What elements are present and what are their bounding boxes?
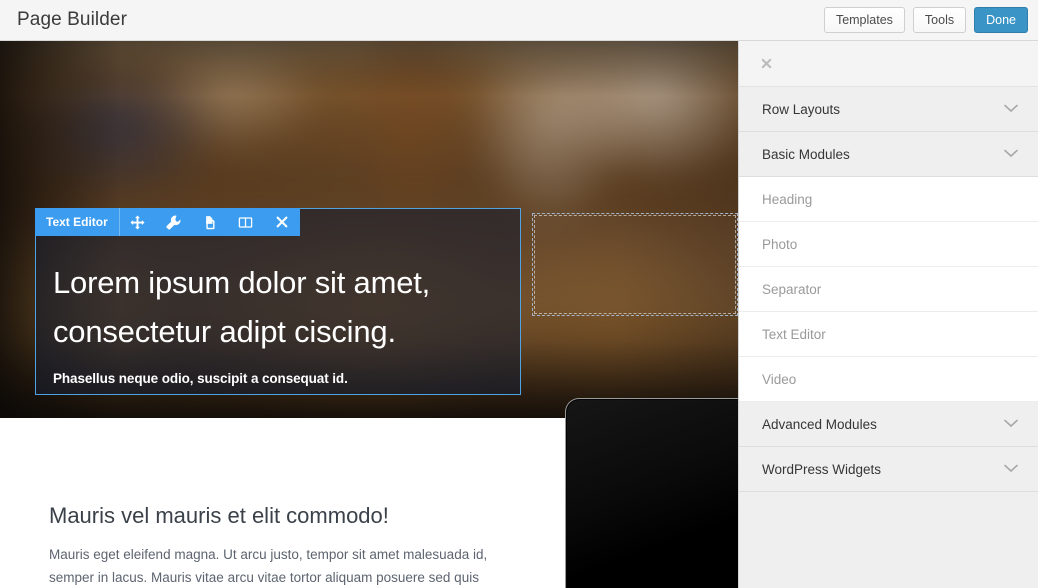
templates-button[interactable]: Templates: [823, 7, 905, 33]
panel-empty-area: [739, 492, 1038, 588]
chevron-down-icon: [1004, 145, 1018, 163]
tools-button[interactable]: Tools: [912, 7, 967, 33]
panel-item-label: Heading: [762, 191, 813, 207]
panel-group-label: Basic Modules: [762, 146, 850, 162]
top-bar: Page Builder Templates Tools Done: [0, 0, 1038, 41]
panel-item-text-editor[interactable]: Text Editor: [739, 312, 1038, 357]
move-icon[interactable]: [120, 208, 156, 236]
panel-item-photo[interactable]: Photo: [739, 222, 1038, 267]
module-toolbar: Text Editor: [35, 208, 300, 236]
panel-item-label: Separator: [762, 281, 822, 297]
panel-item-label: Photo: [762, 236, 798, 252]
device-image: [565, 398, 738, 588]
panel-item-heading[interactable]: Heading: [739, 177, 1038, 222]
panel-group-label: Row Layouts: [762, 101, 841, 117]
topbar-actions: Templates Tools Done: [823, 7, 1028, 33]
close-icon[interactable]: [264, 208, 300, 236]
panel-item-label: Text Editor: [762, 326, 826, 342]
chevron-down-icon: [1004, 460, 1018, 478]
hero-section[interactable]: Text Editor Lorem ipsum dolor sit amet, …: [0, 41, 738, 418]
panel-item-video[interactable]: Video: [739, 357, 1038, 402]
columns-icon[interactable]: [228, 208, 264, 236]
panel-close-icon[interactable]: [757, 55, 775, 73]
modules-panel[interactable]: Row Layouts Basic Modules Heading Photo …: [738, 41, 1038, 588]
panel-item-label: Video: [762, 371, 797, 387]
duplicate-icon[interactable]: [192, 208, 228, 236]
done-button[interactable]: Done: [974, 7, 1028, 33]
chevron-down-icon: [1004, 100, 1018, 118]
text-editor-module[interactable]: Text Editor Lorem ipsum dolor sit amet, …: [35, 208, 521, 395]
panel-group-row-layouts[interactable]: Row Layouts: [739, 87, 1038, 132]
panel-group-label: WordPress Widgets: [762, 461, 882, 477]
module-label: Text Editor: [35, 208, 120, 236]
panel-group-wordpress-widgets[interactable]: WordPress Widgets: [739, 447, 1038, 492]
chevron-down-icon: [1004, 415, 1018, 433]
panel-group-basic-modules[interactable]: Basic Modules: [739, 132, 1038, 177]
page-canvas[interactable]: Text Editor Lorem ipsum dolor sit amet, …: [0, 41, 738, 588]
page-title: Page Builder: [17, 9, 127, 30]
panel-group-advanced-modules[interactable]: Advanced Modules: [739, 402, 1038, 447]
wrench-icon[interactable]: [156, 208, 192, 236]
drop-zone[interactable]: [532, 213, 738, 316]
content-heading: Mauris vel mauris et elit commodo!: [49, 503, 389, 528]
panel-item-separator[interactable]: Separator: [739, 267, 1038, 312]
panel-header: [739, 41, 1038, 87]
content-paragraph: Mauris eget eleifend magna. Ut arcu just…: [49, 547, 488, 586]
panel-group-label: Advanced Modules: [762, 416, 877, 432]
hero-subheading: Phasellus neque odio, suscipit a consequ…: [53, 370, 348, 386]
module-body[interactable]: Lorem ipsum dolor sit amet, consectetur …: [36, 237, 520, 394]
device-screen: [567, 400, 738, 588]
hero-heading: Lorem ipsum dolor sit amet, consectetur …: [53, 265, 431, 349]
